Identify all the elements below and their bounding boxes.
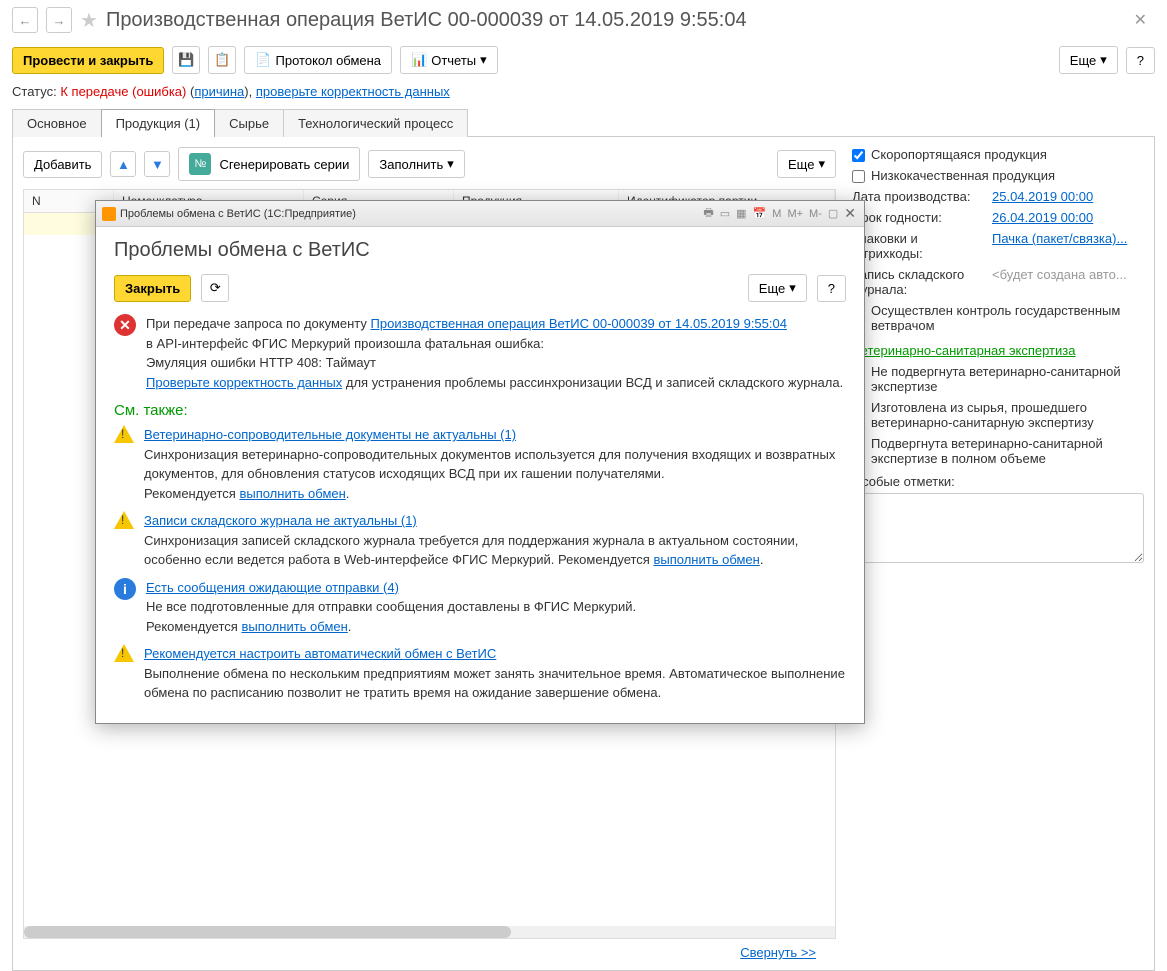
fill-button[interactable]: Заполнить ▾ — [368, 150, 464, 178]
dialog-refresh-button[interactable]: ⟳ — [201, 274, 229, 302]
error-doc-link[interactable]: Производственная операция ВетИС 00-00003… — [371, 316, 787, 331]
page-title: Производственная операция ВетИС 00-00003… — [106, 9, 1118, 32]
collapse-link[interactable]: Свернуть >> — [740, 945, 816, 960]
dlg-doc-icon[interactable]: ▭ — [718, 207, 732, 220]
dialog-more-button[interactable]: Еще ▾ — [748, 274, 807, 302]
status-value: К передаче (ошибка) — [60, 84, 186, 99]
error-icon: ✕ — [114, 314, 136, 336]
save-button[interactable]: 💾 — [172, 46, 200, 74]
dlg-cal-icon[interactable]: 📅 — [751, 207, 769, 220]
status-reason-link[interactable]: причина — [194, 84, 244, 99]
move-up-button[interactable]: ▲ — [110, 151, 136, 177]
notes-textarea[interactable] — [852, 493, 1144, 563]
dialog-heading: Проблемы обмена с ВетИС — [114, 239, 846, 262]
dialog-title: Проблемы обмена с ВетИС (1С:Предприятие) — [120, 208, 356, 220]
warning-icon — [114, 511, 134, 529]
move-down-button[interactable]: ▼ — [144, 151, 170, 177]
status-row: Статус: К передаче (ошибка) (причина), п… — [0, 80, 1167, 109]
reports-button[interactable]: 📊 Отчеты ▾ — [400, 46, 498, 74]
warning-icon — [114, 425, 134, 443]
dialog-help-button[interactable]: ? — [817, 275, 846, 302]
favorite-star-icon[interactable]: ★ — [80, 8, 98, 33]
perishable-checkbox[interactable] — [852, 149, 865, 162]
app-logo-icon — [102, 207, 116, 221]
post-button[interactable]: 📋 — [208, 46, 236, 74]
exchange-link-2[interactable]: выполнить обмен — [653, 552, 759, 567]
production-date-field[interactable]: 25.04.2019 00:00 — [992, 189, 1093, 204]
auto-exchange-link[interactable]: Рекомендуется настроить автоматический о… — [144, 644, 846, 664]
journal-field: <будет создана авто... — [992, 267, 1144, 297]
check-data-link[interactable]: Проверьте корректность данных — [146, 375, 342, 390]
dialog-close-button[interactable]: ✕ — [842, 205, 858, 222]
nav-back-button[interactable]: ← — [12, 7, 38, 33]
tab-process[interactable]: Технологический процесс — [283, 109, 468, 137]
vet-expertise-heading: Ветеринарно-санитарная экспертиза — [852, 343, 1144, 358]
generate-series-button[interactable]: №Сгенерировать серии — [178, 147, 360, 181]
dlg-print-icon[interactable]: 🖶 — [701, 204, 715, 223]
tab-raw[interactable]: Сырье — [214, 109, 284, 137]
tab-products[interactable]: Продукция (1) — [101, 109, 216, 137]
close-page-button[interactable]: ✕ — [1126, 6, 1155, 34]
info-icon: i — [114, 578, 136, 600]
journal-outdated-link[interactable]: Записи складского журнала не актуальны (… — [144, 511, 846, 531]
table-more-button[interactable]: Еще ▾ — [777, 150, 836, 178]
dlg-maximize-icon[interactable]: ▢ — [826, 207, 840, 220]
dlg-m-icon[interactable]: M — [770, 208, 783, 220]
dlg-calc-icon[interactable]: ▦ — [734, 207, 748, 220]
nav-forward-button[interactable]: → — [46, 7, 72, 33]
exchange-link-3[interactable]: выполнить обмен — [241, 619, 347, 634]
add-button[interactable]: Добавить — [23, 151, 102, 178]
expiry-date-field[interactable]: 26.04.2019 00:00 — [992, 210, 1093, 225]
packaging-field[interactable]: Пачка (пакет/связка)... — [992, 231, 1127, 261]
dlg-mplus-icon[interactable]: M+ — [785, 208, 805, 220]
horizontal-scrollbar[interactable] — [24, 926, 835, 938]
dlg-mminus-icon[interactable]: M- — [807, 208, 824, 220]
save-close-button[interactable]: Провести и закрыть — [12, 47, 164, 74]
problems-dialog: Проблемы обмена с ВетИС (1С:Предприятие)… — [95, 200, 865, 724]
exchange-link-1[interactable]: выполнить обмен — [239, 486, 345, 501]
protocol-button[interactable]: 📄 Протокол обмена — [244, 46, 392, 74]
see-also-heading: См. также: — [114, 402, 846, 419]
more-button[interactable]: Еще ▾ — [1059, 46, 1118, 74]
tab-main[interactable]: Основное — [12, 109, 102, 137]
lowquality-checkbox[interactable] — [852, 170, 865, 183]
warning-icon — [114, 644, 134, 662]
help-button[interactable]: ? — [1126, 47, 1155, 74]
dialog-close-btn[interactable]: Закрыть — [114, 275, 191, 302]
pending-messages-link[interactable]: Есть сообщения ожидающие отправки (4) — [146, 578, 846, 598]
vsd-outdated-link[interactable]: Ветеринарно-сопроводительные документы н… — [144, 425, 846, 445]
status-check-link[interactable]: проверьте корректность данных — [256, 84, 450, 99]
